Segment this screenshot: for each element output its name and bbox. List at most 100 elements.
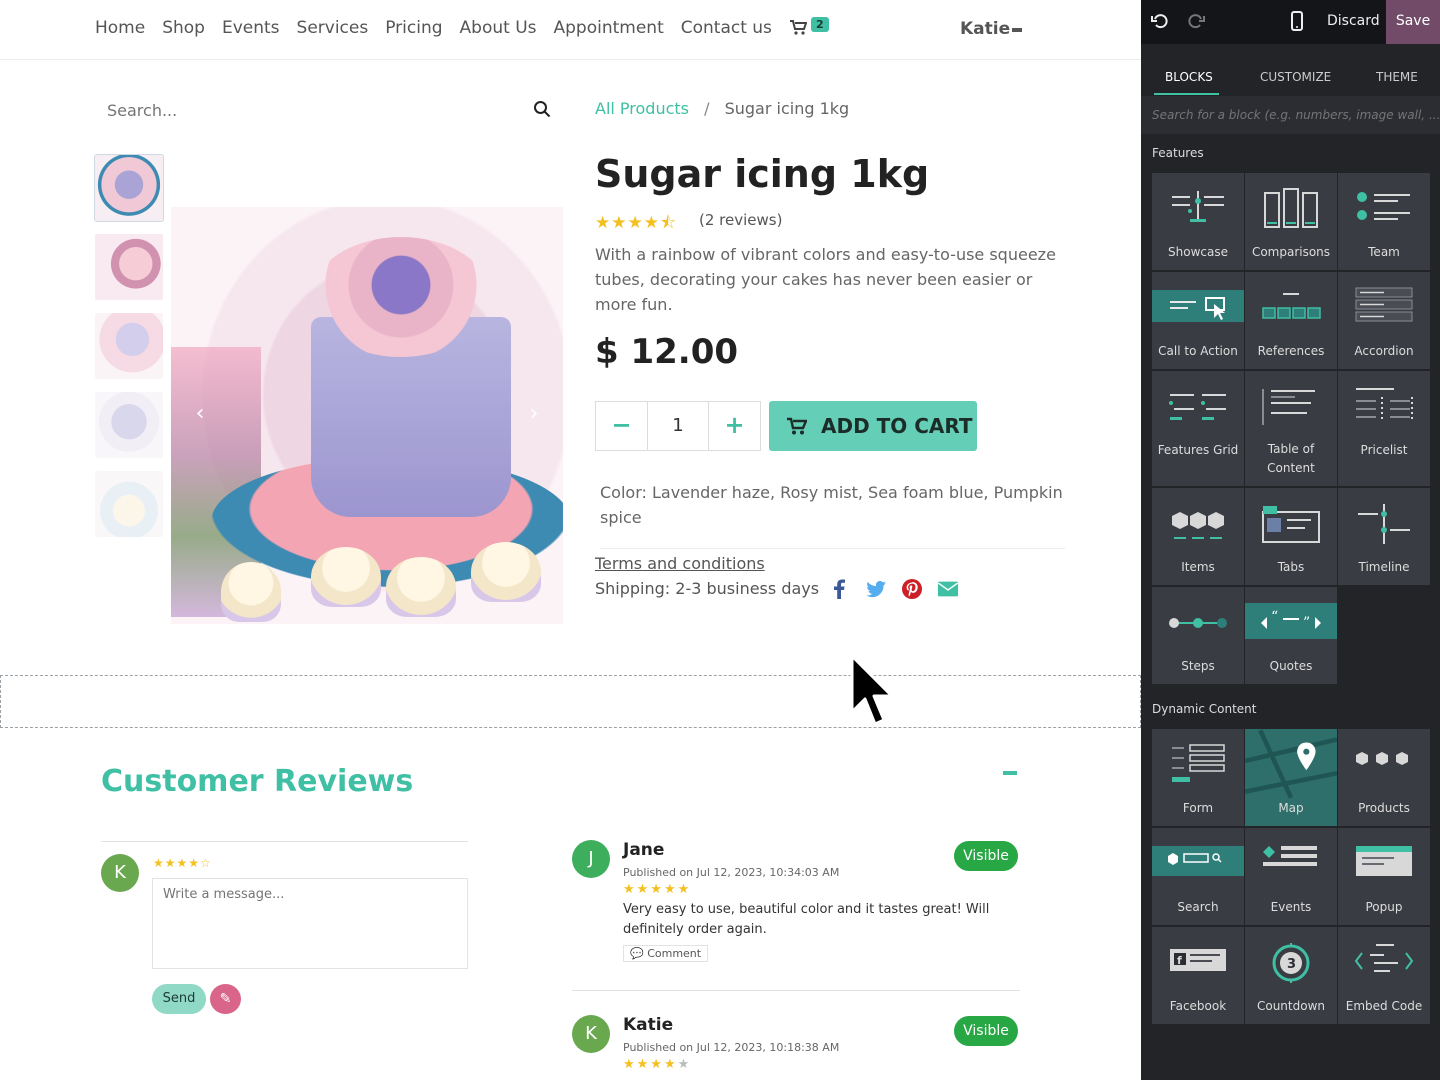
- visibility-toggle[interactable]: Visible: [954, 841, 1018, 871]
- block-label: Call to Action: [1158, 344, 1238, 358]
- block-references[interactable]: References: [1245, 272, 1337, 369]
- thumbnail-3[interactable]: [95, 313, 163, 379]
- collapse-icon[interactable]: [1003, 771, 1017, 775]
- block-team[interactable]: Team: [1338, 173, 1430, 270]
- thumbnail-5[interactable]: [95, 471, 163, 537]
- quantity-decrease-button[interactable]: −: [596, 402, 647, 450]
- nav-item-pricing[interactable]: Pricing: [385, 18, 442, 38]
- nav-item-contact-us[interactable]: Contact us: [681, 18, 772, 38]
- thumbnail-2[interactable]: [95, 234, 163, 300]
- save-button[interactable]: Save: [1386, 0, 1440, 44]
- review-count[interactable]: (2 reviews): [699, 211, 782, 229]
- quantity-increase-button[interactable]: +: [709, 402, 760, 450]
- block-events[interactable]: Events: [1245, 828, 1337, 925]
- review-composer: [152, 878, 468, 969]
- tabs-icon: [1262, 506, 1320, 543]
- search-icon[interactable]: [533, 100, 551, 118]
- block-table-of-content[interactable]: Table of Content: [1245, 371, 1337, 486]
- tab-customize[interactable]: CUSTOMIZE: [1260, 70, 1331, 84]
- block-label: Quotes: [1269, 659, 1313, 673]
- carousel-prev-button[interactable]: ‹: [189, 403, 211, 425]
- facebook-icon[interactable]: [829, 578, 851, 600]
- terms-link[interactable]: Terms and conditions: [595, 554, 765, 573]
- tab-blocks[interactable]: BLOCKS: [1165, 70, 1213, 84]
- block-accordion[interactable]: Accordion: [1338, 272, 1430, 369]
- review-date: Published on Jul 12, 2023, 10:34:03 AM: [623, 866, 840, 879]
- references-icon: [1262, 293, 1321, 319]
- user-menu[interactable]: Katie: [960, 19, 1010, 39]
- block-countdown[interactable]: 3 Countdown: [1245, 927, 1337, 1024]
- block-label: Form: [1182, 801, 1214, 815]
- paperclip-icon[interactable]: ✎: [210, 984, 241, 1014]
- block-items[interactable]: Items: [1152, 488, 1244, 585]
- nav-item-shop[interactable]: Shop: [162, 18, 205, 38]
- block-timeline[interactable]: Timeline: [1338, 488, 1430, 585]
- message-input[interactable]: [153, 879, 467, 968]
- product-rating-stars: ★★★★⯪: [595, 213, 678, 233]
- block-call-to-action[interactable]: Call to Action: [1152, 272, 1244, 369]
- block-steps[interactable]: Steps: [1152, 587, 1244, 684]
- block-comparisons[interactable]: Comparisons: [1245, 173, 1337, 270]
- nav-item-services[interactable]: Services: [297, 18, 369, 38]
- timeline-icon: [1358, 504, 1410, 544]
- nav-item-appointment[interactable]: Appointment: [554, 18, 664, 38]
- mobile-preview-icon[interactable]: [1291, 11, 1303, 31]
- pinterest-icon[interactable]: [901, 578, 923, 600]
- comment-button[interactable]: 💬 Comment: [623, 945, 709, 962]
- block-popup[interactable]: Popup: [1338, 828, 1430, 925]
- block-products[interactable]: Products: [1338, 729, 1430, 826]
- team-icon: [1357, 192, 1410, 220]
- block-label: Features Grid: [1157, 443, 1239, 457]
- breadcrumb-all-products[interactable]: All Products: [595, 99, 689, 118]
- snippet-drop-zone[interactable]: [0, 675, 1141, 728]
- block-pricelist[interactable]: Pricelist: [1338, 371, 1430, 486]
- thumbnail-1[interactable]: [94, 154, 164, 222]
- showcase-icon: [1172, 191, 1224, 222]
- send-button[interactable]: Send: [152, 984, 206, 1014]
- review-author: Jane: [623, 840, 665, 860]
- block-facebook[interactable]: f Facebook: [1152, 927, 1244, 1024]
- composer-rating-stars[interactable]: ★★★★☆: [153, 856, 212, 870]
- discard-button[interactable]: Discard: [1327, 13, 1380, 29]
- review-author: Katie: [623, 1015, 674, 1035]
- email-icon[interactable]: [937, 578, 959, 600]
- tab-theme[interactable]: THEME: [1376, 70, 1418, 84]
- user-caret-icon[interactable]: [1012, 28, 1022, 32]
- avatar: K: [101, 854, 139, 892]
- block-tabs[interactable]: Tabs: [1245, 488, 1337, 585]
- block-label: Showcase: [1168, 245, 1228, 259]
- block-search-input[interactable]: [1141, 96, 1440, 134]
- block-search: [1141, 96, 1440, 134]
- block-form[interactable]: Form: [1152, 729, 1244, 826]
- block-embed-code[interactable]: Embed Code: [1338, 927, 1430, 1024]
- nav-item-about-us[interactable]: About Us: [460, 18, 537, 38]
- block-label: Popup: [1365, 900, 1403, 914]
- block-map[interactable]: Map: [1245, 729, 1337, 826]
- active-tab-indicator: [1154, 93, 1219, 95]
- svg-text:“: “: [1271, 609, 1278, 625]
- nav-item-home[interactable]: Home: [95, 18, 145, 38]
- section-title-dynamic-content: Dynamic Content: [1152, 702, 1257, 716]
- image-cupcake: [471, 542, 541, 602]
- block-features-grid[interactable]: Features Grid: [1152, 371, 1244, 486]
- nav-item-events[interactable]: Events: [222, 18, 280, 38]
- block-label: Embed Code: [1345, 999, 1423, 1013]
- redo-icon[interactable]: [1187, 12, 1205, 30]
- product-search: [95, 88, 565, 132]
- block-label: Accordion: [1354, 344, 1414, 358]
- search-input[interactable]: [95, 88, 565, 132]
- block-search[interactable]: Search: [1152, 828, 1244, 925]
- visibility-toggle[interactable]: Visible: [954, 1016, 1018, 1046]
- add-to-cart-button[interactable]: ADD TO CART: [769, 401, 977, 451]
- thumbnail-4[interactable]: [95, 392, 163, 458]
- pricelist-icon: [1356, 388, 1413, 421]
- quantity-input[interactable]: 1: [647, 402, 709, 450]
- block-label: Tabs: [1277, 560, 1305, 574]
- cart-icon[interactable]: [790, 20, 807, 35]
- block-quotes[interactable]: “” Quotes: [1245, 587, 1337, 684]
- block-showcase[interactable]: Showcase: [1152, 173, 1244, 270]
- search-block-glyphs: [1168, 853, 1222, 865]
- twitter-icon[interactable]: [865, 578, 887, 600]
- carousel-next-button[interactable]: ›: [523, 403, 545, 425]
- undo-icon[interactable]: [1151, 12, 1169, 30]
